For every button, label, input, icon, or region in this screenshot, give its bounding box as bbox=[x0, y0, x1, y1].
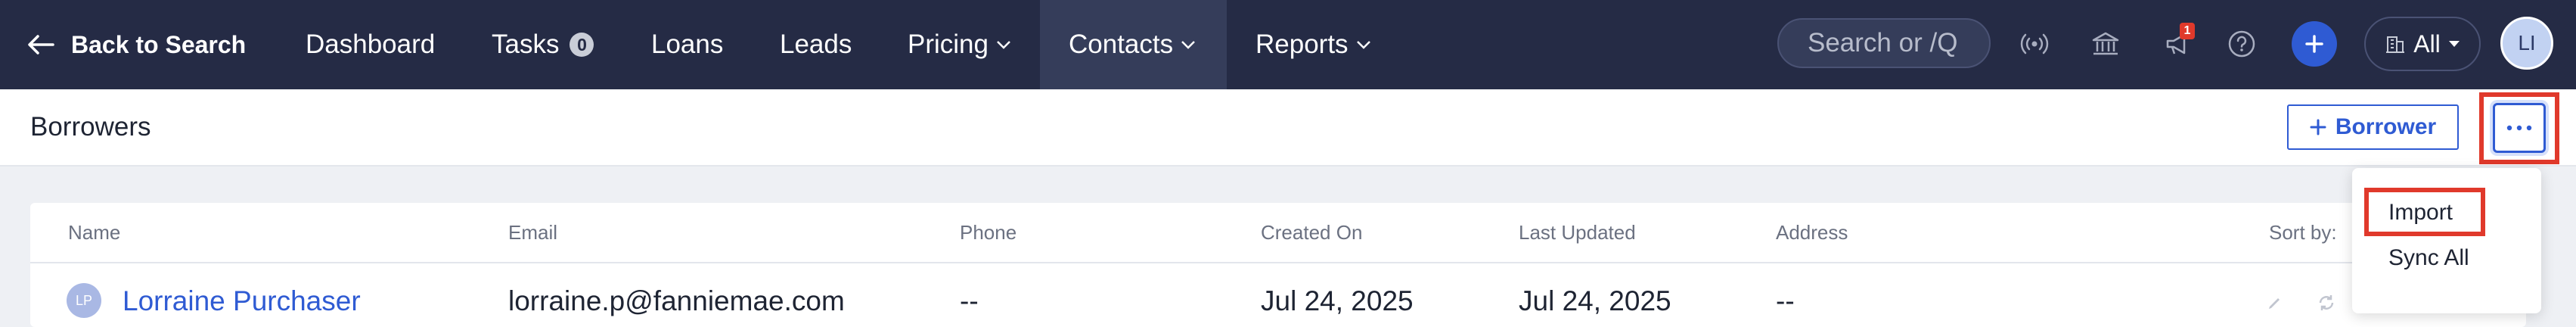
table-header-divider bbox=[30, 262, 2526, 263]
nav-reports-label: Reports bbox=[1255, 30, 1349, 59]
column-header-name[interactable]: Name bbox=[68, 221, 120, 244]
nav-dashboard[interactable]: Dashboard bbox=[281, 0, 459, 89]
edit-icon[interactable] bbox=[2263, 291, 2287, 315]
caret-down-icon bbox=[2448, 41, 2460, 47]
column-header-created-on[interactable]: Created On bbox=[1261, 221, 1362, 244]
borrower-created-on: Jul 24, 2025 bbox=[1261, 285, 1414, 316]
nav-dashboard-label: Dashboard bbox=[306, 30, 436, 59]
column-header-phone[interactable]: Phone bbox=[960, 221, 1016, 244]
chevron-down-icon bbox=[996, 39, 1011, 50]
arrow-left-icon bbox=[28, 35, 54, 54]
borrower-email: lorraine.p@fanniemae.com bbox=[508, 285, 845, 316]
nav-leads-label: Leads bbox=[780, 30, 852, 59]
notification-count-badge: 1 bbox=[2180, 23, 2195, 39]
scope-select-label: All bbox=[2413, 30, 2441, 58]
announcement-icon[interactable]: 1 bbox=[2157, 23, 2199, 65]
plus-icon bbox=[2305, 35, 2323, 53]
bank-icon[interactable] bbox=[2084, 23, 2127, 65]
menu-item-import[interactable]: Import bbox=[2388, 200, 2453, 226]
broadcast-icon[interactable] bbox=[2013, 23, 2056, 65]
nav-contacts[interactable]: Contacts bbox=[1040, 0, 1227, 89]
search-input[interactable] bbox=[1808, 28, 1982, 58]
tasks-count-badge: 0 bbox=[570, 33, 594, 57]
scope-select[interactable]: All bbox=[2364, 17, 2481, 71]
add-borrower-label: Borrower bbox=[2335, 114, 2437, 139]
chevron-down-icon bbox=[1181, 39, 1196, 50]
menu-item-sync-all[interactable]: Sync All bbox=[2388, 245, 2469, 271]
column-header-email[interactable]: Email bbox=[508, 221, 557, 244]
sync-icon[interactable] bbox=[2314, 291, 2339, 315]
nav-pricing-label: Pricing bbox=[908, 30, 989, 59]
help-icon[interactable] bbox=[2221, 23, 2263, 65]
quick-add-button[interactable] bbox=[2292, 21, 2337, 67]
nav-tasks-label: Tasks bbox=[492, 30, 560, 59]
plus-icon bbox=[2310, 119, 2326, 135]
top-navbar: Back to Search Dashboard Tasks 0 Loans L… bbox=[0, 0, 2576, 89]
borrower-avatar: LP bbox=[67, 283, 101, 318]
column-header-last-updated[interactable]: Last Updated bbox=[1519, 221, 1636, 244]
nav-pricing[interactable]: Pricing bbox=[883, 0, 1035, 89]
nav-leads[interactable]: Leads bbox=[756, 0, 876, 89]
nav-loans[interactable]: Loans bbox=[627, 0, 747, 89]
back-to-search-link[interactable]: Back to Search bbox=[27, 0, 246, 89]
borrowers-table: Name Email Phone Created On Last Updated… bbox=[30, 203, 2526, 327]
back-to-search-label: Back to Search bbox=[71, 30, 247, 58]
borrower-name-link[interactable]: Lorraine Purchaser bbox=[123, 283, 361, 319]
global-search[interactable] bbox=[1777, 18, 1991, 68]
page-title: Borrowers bbox=[30, 112, 151, 142]
page-header: Borrowers Borrower bbox=[0, 89, 2576, 167]
add-borrower-button[interactable]: Borrower bbox=[2287, 104, 2459, 150]
chevron-down-icon bbox=[1356, 39, 1371, 50]
borrower-last-updated: Jul 24, 2025 bbox=[1519, 285, 1671, 316]
borrower-phone: -- bbox=[960, 285, 979, 316]
nav-tasks[interactable]: Tasks 0 bbox=[467, 0, 618, 89]
nav-loans-label: Loans bbox=[651, 30, 724, 59]
more-horizontal-icon bbox=[2506, 125, 2532, 131]
column-header-address[interactable]: Address bbox=[1776, 221, 1848, 244]
user-avatar[interactable]: LI bbox=[2500, 17, 2553, 70]
building-icon bbox=[2386, 36, 2405, 53]
nav-contacts-label: Contacts bbox=[1069, 30, 1174, 59]
nav-reports[interactable]: Reports bbox=[1231, 0, 1395, 89]
more-options-menu: Import Sync All bbox=[2352, 168, 2541, 313]
more-options-button[interactable] bbox=[2493, 103, 2546, 153]
borrower-address: -- bbox=[1776, 285, 1795, 316]
sort-by-label: Sort by: bbox=[2269, 221, 2337, 244]
